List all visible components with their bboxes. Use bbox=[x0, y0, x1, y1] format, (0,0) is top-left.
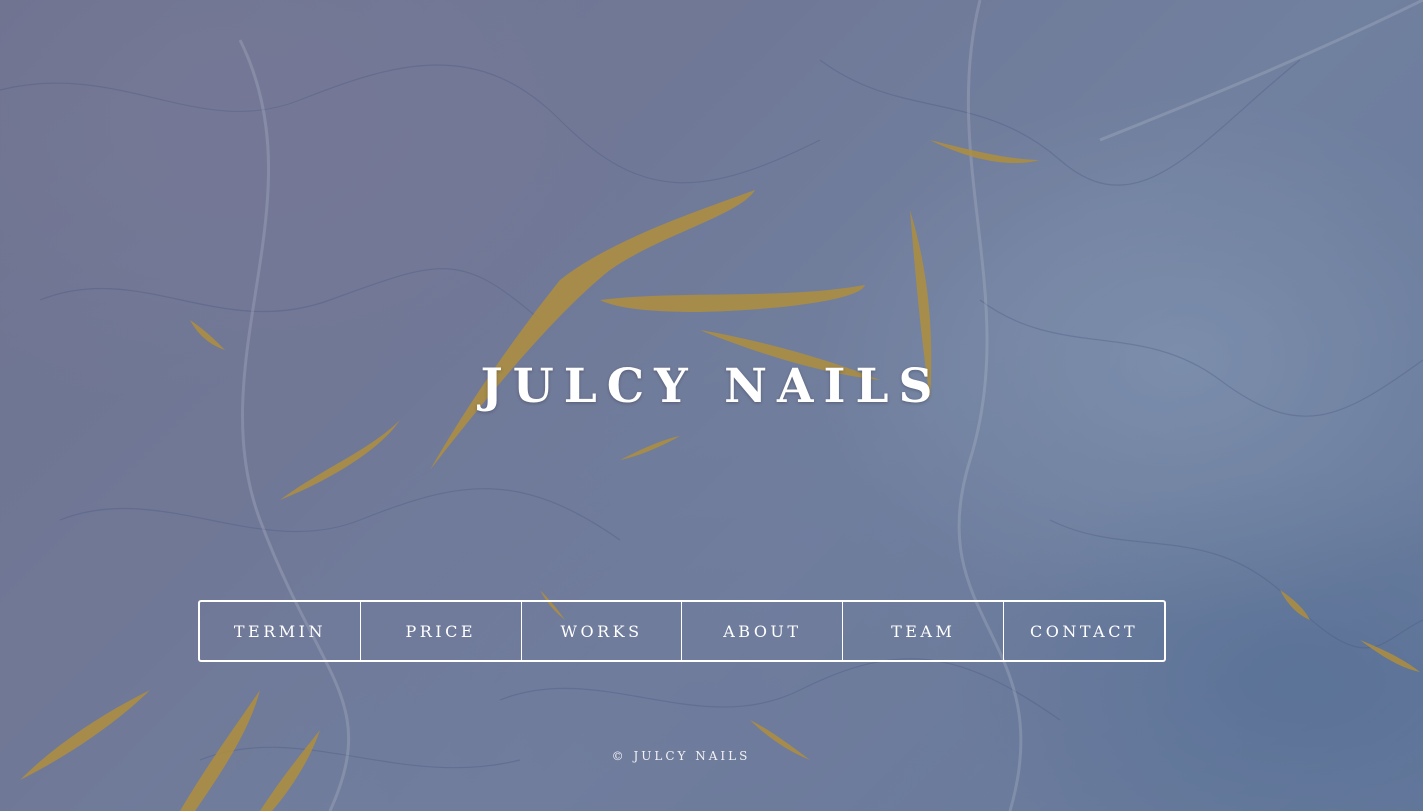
main-navigation: TERMIN PRICE WORKS ABOUT TEAM CONTACT bbox=[198, 600, 1166, 662]
nav-item-team[interactable]: TEAM bbox=[843, 602, 1005, 660]
nav-item-contact[interactable]: CONTACT bbox=[1004, 602, 1164, 660]
site-title: JULCY NAILS bbox=[480, 359, 943, 414]
nav-item-price[interactable]: PRICE bbox=[361, 602, 522, 660]
nav-item-about[interactable]: ABOUT bbox=[682, 602, 844, 660]
footer-copyright: © JULCY NAILS bbox=[611, 749, 751, 763]
nav-item-works[interactable]: WORKS bbox=[522, 602, 683, 660]
nav-item-termin[interactable]: TERMIN bbox=[200, 602, 361, 660]
